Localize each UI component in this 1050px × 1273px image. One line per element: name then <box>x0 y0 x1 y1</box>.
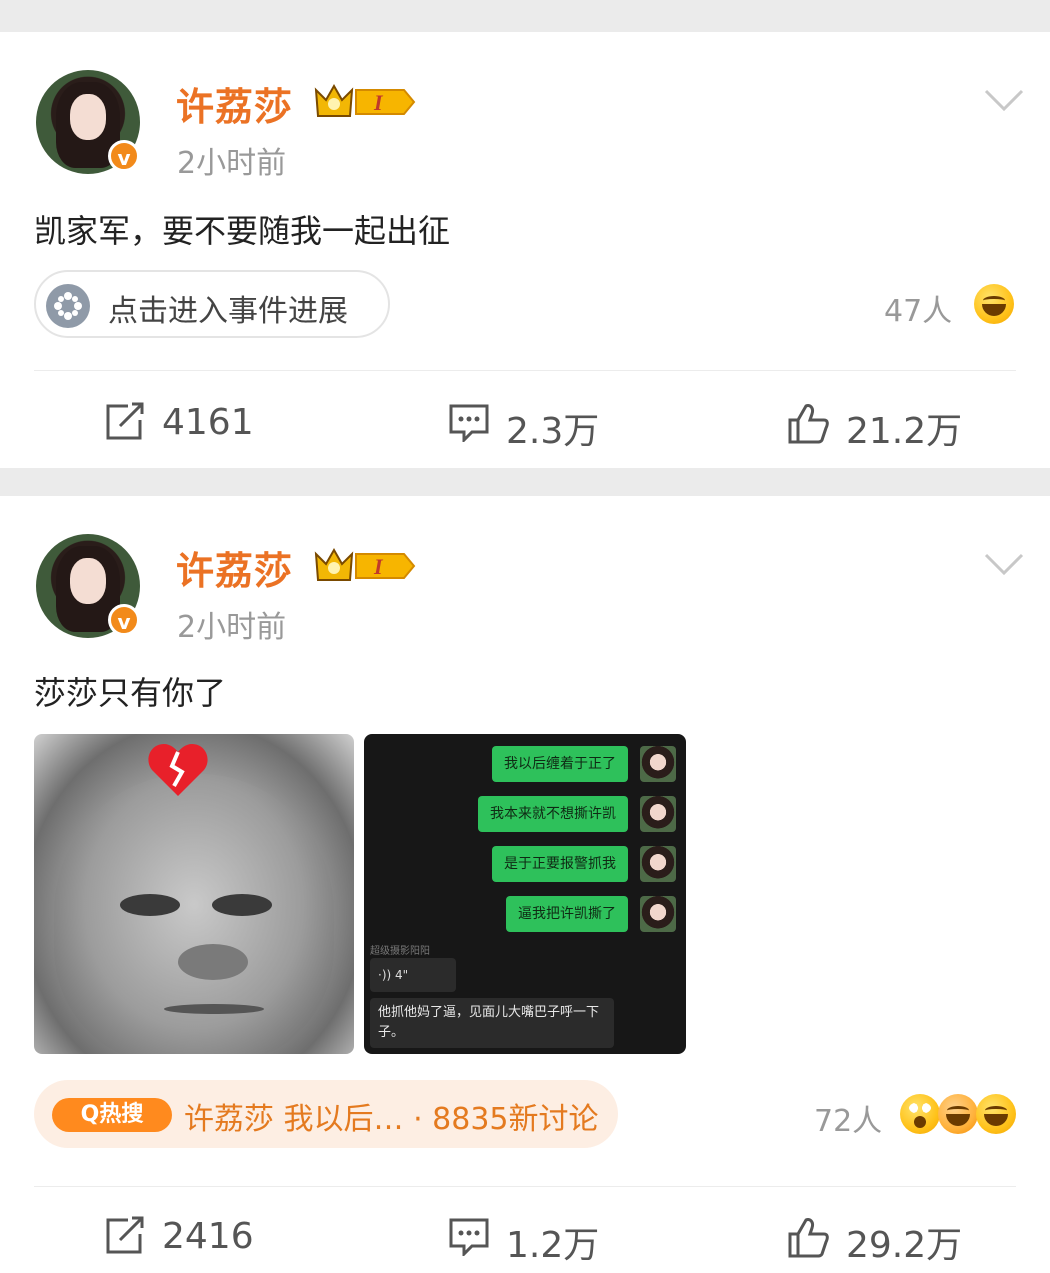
post-text: 莎莎只有你了 <box>34 674 227 712</box>
chat-bubble-out: 是于正要报警抓我 <box>492 846 628 882</box>
feed-post[interactable]: v 许荔莎 I 2小时前 凯家军，要不要随我一起出征 点击进入事件进展 47人 … <box>0 32 1050 468</box>
chat-bubble-in: 他抓他妈了逼，见面儿大嘴巴子呼一下子。 <box>370 998 614 1048</box>
like-icon <box>788 1218 829 1258</box>
reaction-count[interactable]: 47人 <box>884 286 952 330</box>
chevron-down-icon[interactable] <box>984 88 1024 112</box>
event-progress-link[interactable]: 点击进入事件进展 <box>34 270 390 338</box>
repost-button[interactable]: 2416 <box>104 1216 264 1260</box>
like-count: 21.2万 <box>846 411 963 452</box>
avatar[interactable]: v <box>36 534 140 638</box>
divider <box>34 1186 1016 1187</box>
username[interactable]: 许荔莎 <box>176 540 293 595</box>
chat-avatar <box>640 896 676 932</box>
surprised-emoji-icon[interactable] <box>900 1094 940 1134</box>
chat-avatar <box>640 746 676 782</box>
feed-post[interactable]: v 许荔莎 I 2小时前 莎莎只有你了 我以后缠着于正了 我本来就不想撕许凯 是… <box>0 496 1050 1273</box>
laugh-emoji-icon[interactable] <box>976 1094 1016 1134</box>
username[interactable]: 许荔莎 <box>176 76 293 131</box>
hot-search-text: 许荔莎 我以后… · 8835新讨论 <box>184 1102 599 1137</box>
chat-bubble-out: 逼我把许凯撕了 <box>506 896 628 932</box>
broken-heart-icon <box>148 744 208 796</box>
post-text: 凯家军，要不要随我一起出征 <box>34 212 451 250</box>
comment-button[interactable]: 2.3万 <box>448 402 618 452</box>
repost-icon <box>106 402 144 440</box>
repost-icon <box>106 1216 144 1254</box>
comment-count: 1.2万 <box>506 1225 600 1266</box>
post-image-chat-screenshot[interactable]: 我以后缠着于正了 我本来就不想撕许凯 是于正要报警抓我 逼我把许凯撕了 超级摄影… <box>364 734 686 1054</box>
repost-count: 4161 <box>162 402 254 443</box>
verified-icon: v <box>108 140 140 172</box>
crown-badge-icon: I <box>314 547 416 581</box>
chat-avatar <box>640 796 676 832</box>
chat-sender-label: 超级摄影阳阳 <box>370 946 430 957</box>
chevron-down-icon[interactable] <box>984 552 1024 576</box>
like-icon <box>788 404 829 444</box>
level-text: I <box>373 90 384 115</box>
chat-avatar <box>640 846 676 882</box>
event-progress-label: 点击进入事件进展 <box>108 294 348 329</box>
laugh-emoji-icon[interactable] <box>974 284 1014 324</box>
hot-search-tag: Q热搜 <box>52 1098 172 1132</box>
divider <box>34 370 1016 371</box>
hot-search-link[interactable]: Q热搜 许荔莎 我以后… · 8835新讨论 <box>34 1080 618 1148</box>
chat-voice-message: ·)) 4" <box>370 958 456 992</box>
reaction-count[interactable]: 72人 <box>814 1096 882 1140</box>
chat-bubble-out: 我以后缠着于正了 <box>492 746 628 782</box>
comment-button[interactable]: 1.2万 <box>448 1216 618 1266</box>
topic-icon <box>46 284 90 328</box>
like-button[interactable]: 21.2万 <box>786 402 976 452</box>
avatar[interactable]: v <box>36 70 140 174</box>
verified-icon: v <box>108 604 140 636</box>
like-button[interactable]: 29.2万 <box>786 1216 976 1266</box>
level-text: I <box>373 554 384 579</box>
post-time: 2小时前 <box>177 610 287 645</box>
crown-badge-icon: I <box>314 83 416 117</box>
post-image-meme[interactable] <box>34 734 354 1054</box>
repost-count: 2416 <box>162 1216 254 1257</box>
chat-bubble-out: 我本来就不想撕许凯 <box>478 796 628 832</box>
like-count: 29.2万 <box>846 1225 963 1266</box>
repost-button[interactable]: 4161 <box>104 402 264 446</box>
comment-icon <box>449 404 489 442</box>
comment-icon <box>449 1218 489 1256</box>
comment-count: 2.3万 <box>506 411 600 452</box>
laugh-emoji-icon[interactable] <box>938 1094 978 1134</box>
post-time: 2小时前 <box>177 146 287 181</box>
